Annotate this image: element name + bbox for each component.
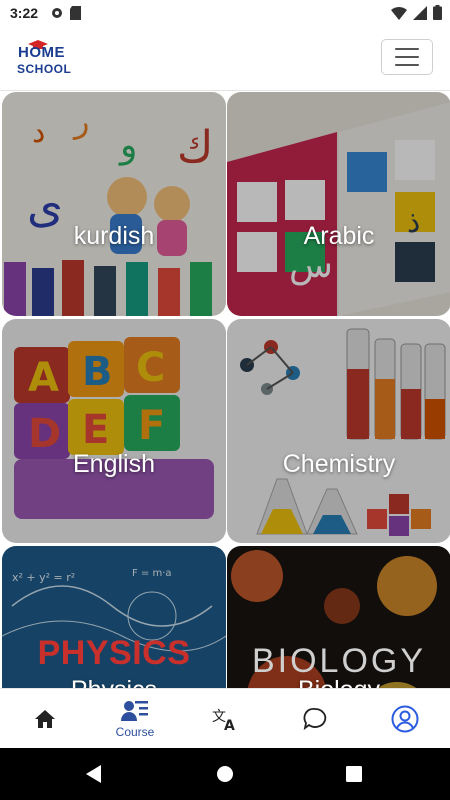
logo-text-home: HOME <box>18 44 65 61</box>
sd-card-icon <box>70 6 82 20</box>
svg-text:A: A <box>224 718 235 731</box>
logo-text-school: SCHOOL <box>17 62 72 76</box>
system-navigation-bar <box>0 748 450 800</box>
course-label-arabic: Arabic <box>303 222 375 250</box>
nav-chat[interactable] <box>270 689 360 749</box>
nav-course[interactable]: Course <box>90 689 180 749</box>
course-card-chemistry[interactable]: Chemistry <box>227 319 450 543</box>
course-label-physics: Physics <box>2 676 226 688</box>
course-card-kurdish[interactable]: ك و ر د ى kurdish <box>2 92 226 316</box>
course-card-english[interactable]: A B C D E F English <box>2 319 226 543</box>
recents-icon[interactable] <box>346 766 362 782</box>
hamburger-icon <box>395 48 419 50</box>
app-header: HOME SCHOOL <box>0 26 450 91</box>
nav-profile[interactable] <box>360 689 450 749</box>
home-icon <box>35 710 55 728</box>
course-icon <box>121 701 148 721</box>
nav-course-label: Course <box>115 725 155 739</box>
course-label-english: English <box>73 450 155 478</box>
home-school-logo[interactable]: HOME SCHOOL <box>16 40 76 80</box>
wifi-icon <box>391 6 407 20</box>
nav-home[interactable] <box>0 689 90 749</box>
back-icon[interactable] <box>86 765 102 783</box>
menu-toggle-button[interactable] <box>381 39 433 75</box>
course-card-biology[interactable]: BIOLOGY Biology <box>227 546 450 688</box>
course-label-kurdish: kurdish <box>73 222 155 250</box>
course-label-biology: Biology <box>227 676 450 688</box>
course-card-physics[interactable]: x² + y² = r² F = m·a PHYSICS Physics <box>2 546 226 688</box>
chat-icon <box>303 707 327 731</box>
course-image-text-physics: PHYSICS <box>37 634 191 672</box>
course-label-chemistry: Chemistry <box>282 450 396 478</box>
settings-icon <box>52 8 63 18</box>
nav-translate[interactable]: 文 A <box>180 689 270 749</box>
home-circle-icon[interactable] <box>216 765 234 783</box>
signal-icon <box>413 5 427 20</box>
battery-icon <box>433 5 442 20</box>
status-bar: 3:22 <box>0 0 450 26</box>
bottom-navigation: Course 文 A <box>0 688 450 749</box>
profile-icon <box>391 705 419 733</box>
course-grid: ك و ر د ى kurdish س ذ Arabic A B C D E F… <box>0 90 450 688</box>
translate-icon: 文 A <box>212 709 235 731</box>
course-card-arabic[interactable]: س ذ Arabic <box>227 92 450 316</box>
status-time: 3:22 <box>10 5 39 21</box>
